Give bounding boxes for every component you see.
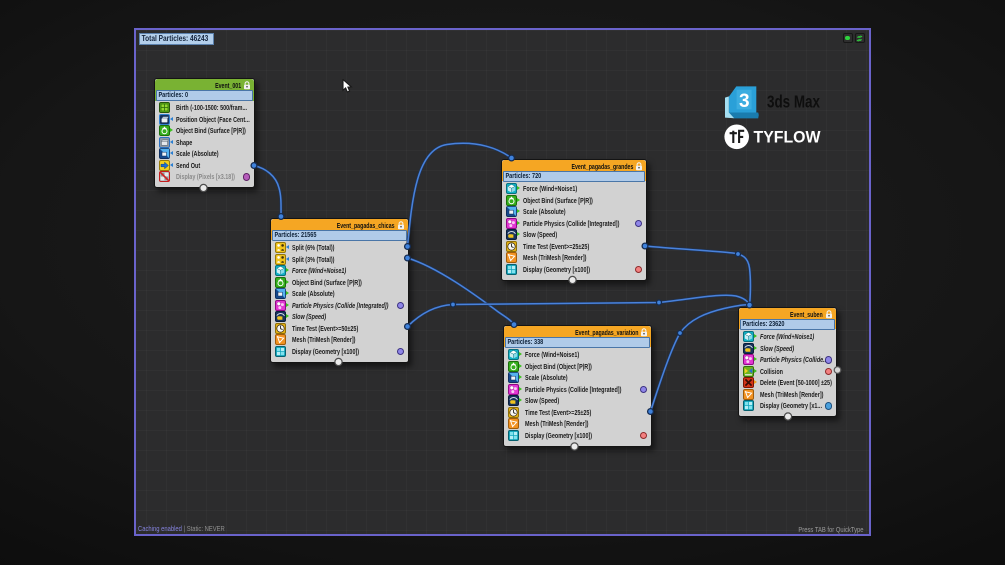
svg-text:3: 3 xyxy=(739,91,750,112)
svg-text:3ds Max: 3ds Max xyxy=(767,92,820,112)
svg-text:TYFLOW: TYFLOW xyxy=(754,128,821,146)
